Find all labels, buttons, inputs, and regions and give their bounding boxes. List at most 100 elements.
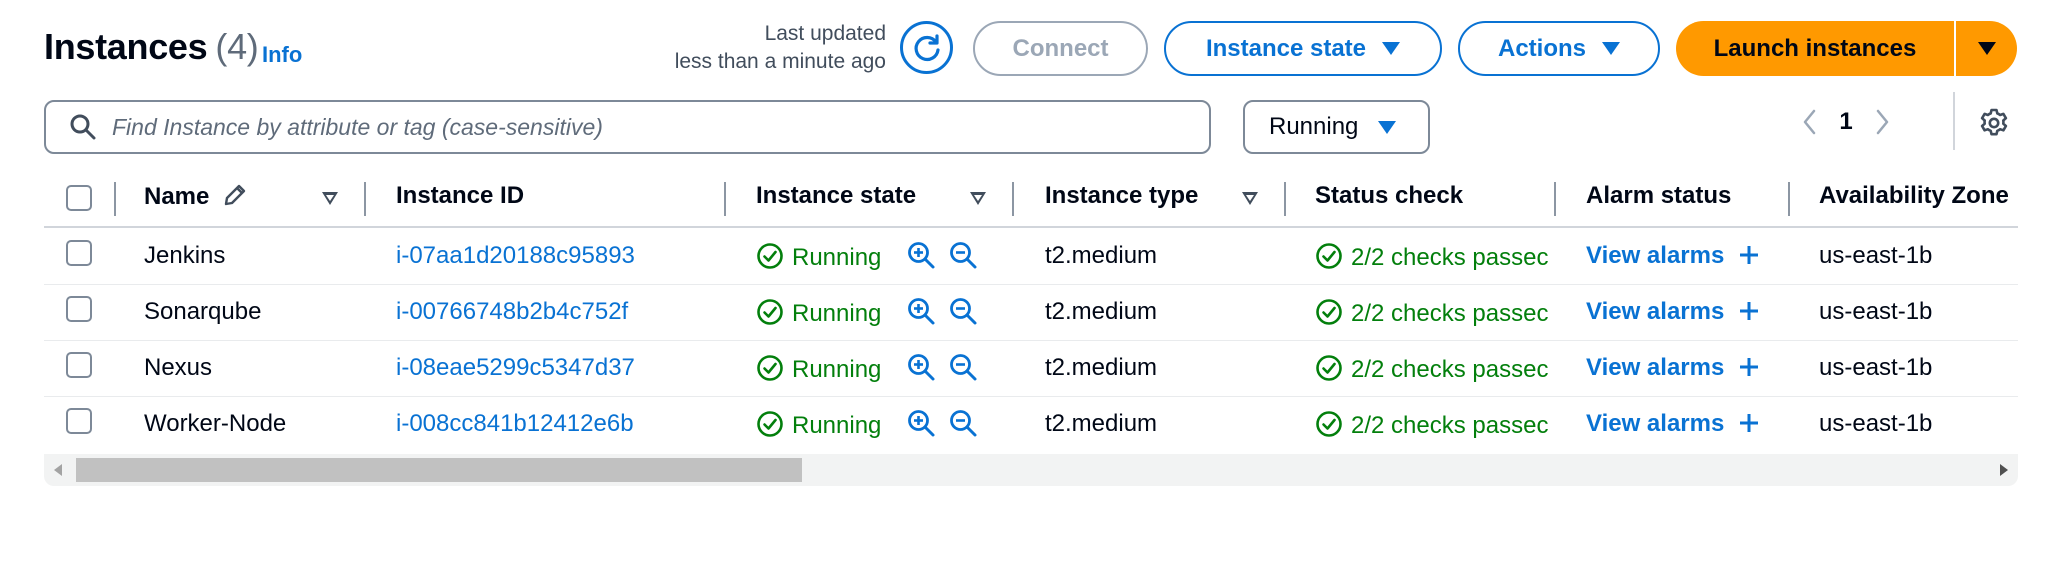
sort-icon[interactable] [322,192,338,205]
column-header-instance-state[interactable]: Instance state [756,182,916,210]
instance-state-cell: Running [756,242,881,272]
row-checkbox[interactable] [66,408,92,434]
table-row[interactable]: Worker-Node i-008cc841b12412e6b Running … [44,396,2018,452]
view-alarms-link[interactable]: View alarms [1586,242,1761,270]
availability-zone: us-east-1b [1819,410,1933,437]
column-header-availability-zone[interactable]: Availability Zone [1819,182,2009,210]
instance-state-cell: Running [756,410,881,440]
view-alarms-link[interactable]: View alarms [1586,410,1761,438]
view-alarms-link[interactable]: View alarms [1586,354,1761,382]
pagination: 1 [1800,100,1892,144]
column-header-status-check[interactable]: Status check [1315,182,1463,210]
check-circle-icon [1316,355,1342,381]
chevron-left-icon[interactable] [1800,107,1820,137]
scrollbar-thumb[interactable] [76,458,802,482]
select-all-checkbox[interactable] [66,185,92,211]
table-row[interactable]: Sonarqube i-00766748b2b4c752f Running t2… [44,284,2018,341]
preferences-button[interactable] [1974,103,2014,143]
launch-instances-label[interactable]: Launch instances [1676,35,1954,63]
zoom-out-icon[interactable] [948,240,978,270]
sort-icon[interactable] [1242,192,1258,205]
launch-dropdown-toggle[interactable] [1956,42,2017,55]
instance-id-link[interactable]: i-00766748b2b4c752f [396,298,628,326]
zoom-in-icon[interactable] [906,408,936,438]
page-title: Instances (4) [44,26,259,68]
actions-label: Actions [1497,34,1586,62]
instance-count: (4) [215,26,259,67]
launch-instances-button[interactable]: Launch instances [1676,21,2017,76]
instance-id-link[interactable]: i-08eae5299c5347d37 [396,354,635,382]
connect-button[interactable]: Connect [973,21,1148,76]
column-header-instance-id[interactable]: Instance ID [396,182,524,210]
column-divider[interactable] [1012,182,1014,216]
info-link[interactable]: Info [262,42,302,68]
column-header-alarm-status[interactable]: Alarm status [1586,182,1731,210]
state-filter-value: Running [1269,113,1359,140]
instance-state-button[interactable]: Instance state [1164,21,1442,76]
instance-state-value: Running [792,356,882,383]
instance-id-link[interactable]: i-07aa1d20188c95893 [396,242,635,270]
instance-state-value: Running [792,300,882,327]
instance-state-cell: Running [756,298,881,328]
caret-down-icon [1602,42,1620,55]
check-circle-icon [757,355,783,381]
status-check-value: 2/2 checks passec [1351,356,1549,383]
row-checkbox[interactable] [66,240,92,266]
view-alarms-link[interactable]: View alarms [1586,298,1761,326]
caret-down-icon [1378,120,1397,134]
check-circle-icon [757,243,783,269]
status-check-cell: 2/2 checks passec [1315,298,1555,328]
zoom-in-icon[interactable] [906,240,936,270]
instance-name: Jenkins [144,242,226,269]
column-divider[interactable] [1284,182,1286,216]
column-divider[interactable] [1554,182,1556,216]
search-input[interactable] [110,112,1164,142]
row-checkbox[interactable] [66,296,92,322]
plus-icon[interactable] [1737,243,1761,267]
zoom-out-icon[interactable] [948,408,978,438]
search-field[interactable] [44,100,1211,154]
view-alarms-label[interactable]: View alarms [1586,298,1724,325]
last-updated-label: Last updated [764,22,886,45]
availability-zone: us-east-1b [1819,242,1933,269]
view-alarms-label[interactable]: View alarms [1586,410,1724,437]
plus-icon[interactable] [1737,411,1761,435]
horizontal-scrollbar[interactable] [44,454,2018,486]
view-alarms-label[interactable]: View alarms [1586,242,1724,269]
actions-button[interactable]: Actions [1458,21,1660,76]
column-divider [114,182,116,216]
view-alarms-label[interactable]: View alarms [1586,354,1724,381]
status-check-value: 2/2 checks passec [1351,244,1549,271]
scroll-left-arrow-icon[interactable] [54,464,62,476]
caret-down-icon [1382,42,1401,55]
column-header-instance-type[interactable]: Instance type [1045,182,1198,210]
instance-name: Sonarqube [144,298,262,325]
refresh-button[interactable] [900,21,953,74]
availability-zone: us-east-1b [1819,354,1933,381]
chevron-right-icon[interactable] [1872,107,1892,137]
scroll-right-arrow-icon[interactable] [2000,464,2008,476]
column-header-name[interactable]: Name [144,182,248,211]
column-divider[interactable] [364,182,366,216]
pager-divider [1953,92,1955,150]
state-filter-select[interactable]: Running [1243,100,1430,154]
zoom-in-icon[interactable] [906,296,936,326]
page-number[interactable]: 1 [1820,108,1872,136]
last-updated-value: less than a minute ago [674,50,886,73]
zoom-out-icon[interactable] [948,352,978,382]
plus-icon[interactable] [1737,355,1761,379]
column-divider[interactable] [1788,182,1790,216]
column-divider[interactable] [724,182,726,216]
table-row[interactable]: Jenkins i-07aa1d20188c95893 Running t2.m… [44,228,2018,285]
zoom-in-icon[interactable] [906,352,936,382]
plus-icon[interactable] [1737,299,1761,323]
check-circle-icon [1316,243,1342,269]
row-checkbox[interactable] [66,352,92,378]
sort-icon[interactable] [970,192,986,205]
instance-type: t2.medium [1045,298,1158,325]
pencil-icon [224,184,246,206]
table-row[interactable]: Nexus i-08eae5299c5347d37 Running t2.med… [44,340,2018,397]
zoom-out-icon[interactable] [948,296,978,326]
instance-name: Nexus [144,354,213,381]
instance-id-link[interactable]: i-008cc841b12412e6b [396,410,634,438]
